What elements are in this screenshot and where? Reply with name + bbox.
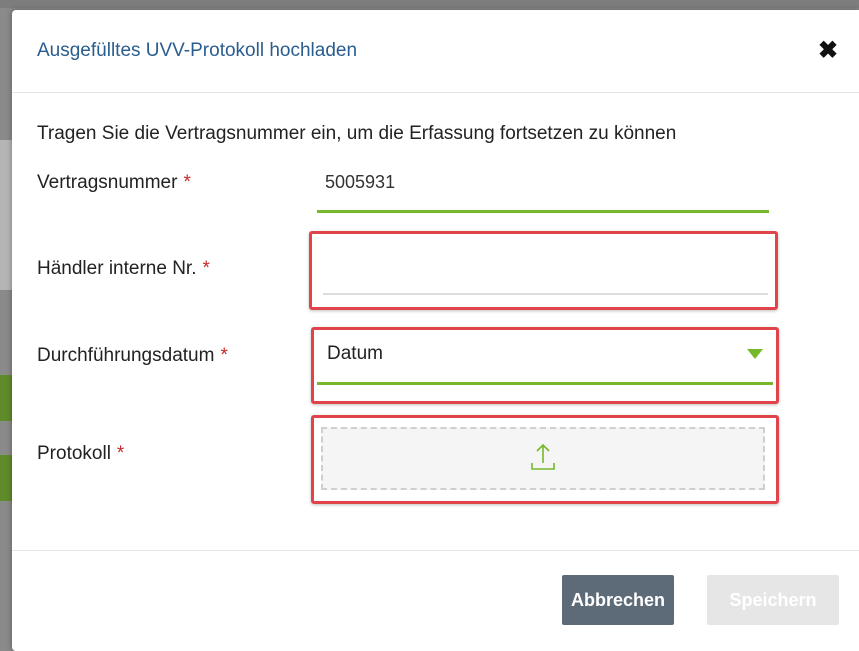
upload-protocol-dialog: Ausgefülltes UVV-Protokoll hochladen ✖ T… <box>12 10 859 651</box>
execution-date-select[interactable]: Datum <box>317 335 773 387</box>
contract-number-label: Vertragsnummer * <box>37 172 191 194</box>
required-marker: * <box>183 172 191 193</box>
required-marker: * <box>202 258 210 279</box>
dialog-header: Ausgefülltes UVV-Protokoll hochladen ✖ <box>12 10 859 93</box>
required-marker: * <box>220 345 228 366</box>
contract-number-label-text: Vertragsnummer <box>37 172 178 193</box>
contract-number-underline <box>317 210 769 213</box>
dealer-number-label: Händler interne Nr. * <box>37 258 210 280</box>
save-button[interactable]: Speichern <box>707 575 839 625</box>
background-page-top <box>0 0 859 8</box>
intro-text: Tragen Sie die Vertragsnummer ein, um di… <box>37 123 677 144</box>
execution-date-value: Datum <box>327 343 383 364</box>
dialog-footer-divider <box>12 550 859 551</box>
protocol-label: Protokoll * <box>37 443 124 465</box>
execution-date-label: Durchführungsdatum * <box>37 345 228 367</box>
protocol-upload-dropzone[interactable] <box>321 427 765 490</box>
dealer-number-label-text: Händler interne Nr. <box>37 258 197 279</box>
dialog-title: Ausgefülltes UVV-Protokoll hochladen <box>37 40 358 61</box>
execution-date-label-text: Durchführungsdatum <box>37 345 215 366</box>
cancel-button[interactable]: Abbrechen <box>562 575 674 625</box>
required-marker: * <box>116 443 125 464</box>
dropdown-arrow-icon <box>747 349 763 359</box>
close-icon[interactable]: ✖ <box>815 38 841 64</box>
upload-icon <box>531 443 555 470</box>
execution-date-underline <box>317 382 773 385</box>
contract-number-value: 5005931 <box>325 172 396 192</box>
dealer-number-input[interactable] <box>323 245 768 295</box>
protocol-label-text: Protokoll <box>37 443 111 464</box>
